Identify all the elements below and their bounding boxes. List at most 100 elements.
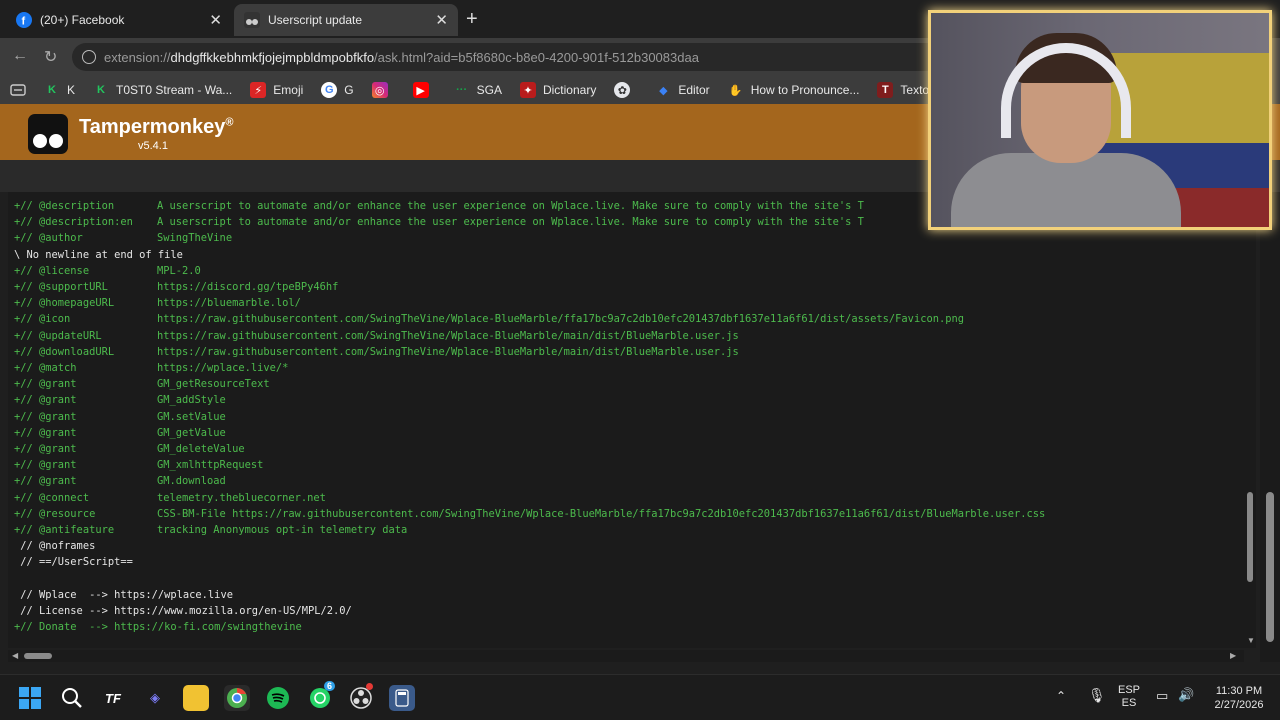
chrome-icon[interactable] — [224, 685, 250, 711]
code-line: +// @license MPL-2.0 — [14, 263, 201, 279]
microphone-icon[interactable]: 🎙 — [1088, 687, 1106, 704]
code-line: +// @grant GM_deleteValue — [14, 441, 245, 457]
bookmark-google[interactable]: G G — [321, 82, 354, 98]
scroll-left-icon[interactable]: ◀ — [12, 651, 18, 660]
url-host: dhdgffkkebhmkfjojejmpbldmpobfkfo — [170, 49, 375, 65]
bookmark-how-to-pronounce[interactable]: ✋ How to Pronounce... — [728, 82, 860, 98]
code-key: +// @grant — [14, 459, 77, 472]
texto-icon: T — [877, 82, 894, 98]
volume-icon[interactable]: 🔊 — [1178, 687, 1194, 703]
show-hidden-icons-icon[interactable]: ⌃ — [1056, 689, 1066, 703]
spotify-icon[interactable] — [265, 685, 291, 711]
sga-icon: ··· — [456, 84, 468, 96]
code-value: GM_getResourceText — [157, 378, 270, 391]
bookmark-label: Dictionary — [542, 83, 597, 97]
site-info-icon[interactable] — [82, 50, 96, 64]
bookmarks-menu-icon[interactable] — [10, 84, 26, 96]
code-value: tracking Anonymous opt-in telemetry data — [157, 524, 408, 536]
code-line: +// @downloadURL https://raw.githubuserco… — [14, 344, 739, 360]
code-key: +// @grant — [14, 394, 77, 407]
extension-name: Tampermonkey® — [79, 116, 234, 138]
bookmark-label: SGA — [476, 83, 502, 97]
reload-icon[interactable]: ↻ — [44, 47, 57, 67]
calculator-icon[interactable] — [389, 685, 415, 711]
whatsapp-icon[interactable]: 6 — [307, 681, 336, 711]
code-value: https://wplace.live/* — [157, 362, 289, 374]
bookmark-youtube[interactable]: ▶ — [412, 82, 436, 98]
code-key: +// @match — [14, 362, 77, 374]
code-line: // License --> https://www.mozilla.org/e… — [14, 603, 352, 619]
search-icon[interactable] — [59, 685, 85, 711]
code-value: GM.setValue — [157, 410, 226, 423]
code-diff-view[interactable]: +// @description A userscript to automate… — [8, 192, 1244, 648]
bookmark-emoji[interactable]: ⚡ Emoji — [250, 82, 303, 98]
code-line: +// @grant GM_getResourceText — [14, 376, 270, 392]
person-image — [951, 153, 1181, 227]
bookmark-dictionary[interactable]: ✦ Dictionary — [519, 82, 597, 98]
region-code: ES — [1121, 697, 1137, 709]
webcam-overlay — [928, 10, 1272, 230]
close-tab-icon[interactable]: ✕ — [435, 11, 448, 29]
code-key: +// Donate --> https://ko-fi.com/swingth… — [14, 621, 302, 634]
code-line: +// @updateURL https://raw.githubusercont… — [14, 328, 739, 344]
k-icon: K — [48, 84, 56, 96]
horizontal-scrollbar[interactable]: ◀ ▶ — [8, 650, 1244, 662]
code-value: SwingTheVine — [157, 232, 233, 245]
monitor-icon[interactable]: ▭ — [1156, 688, 1168, 704]
page-scrollbar[interactable] — [1260, 192, 1280, 662]
tampermonkey-logo-icon — [28, 114, 68, 154]
windows-start-icon[interactable] — [17, 685, 43, 711]
code-key: +// @supportURL — [14, 281, 108, 293]
code-line: +// @description:en A userscript to autom… — [14, 214, 864, 230]
close-tab-icon[interactable]: ✕ — [209, 11, 222, 29]
scroll-right-icon[interactable]: ▶ — [1230, 651, 1236, 660]
code-value: https://raw.githubusercontent.com/SwingT… — [157, 345, 739, 358]
back-arrow-icon[interactable]: ← — [12, 47, 28, 65]
emoji-icon: ⚡ — [250, 82, 267, 98]
file-explorer-icon[interactable] — [183, 685, 209, 711]
bookmark-sga[interactable]: ··· SGA — [454, 82, 502, 98]
tf-app-icon[interactable]: TF — [100, 685, 126, 711]
code-key: +// @grant — [14, 475, 77, 488]
extension-version: v5.4.1 — [138, 140, 168, 152]
code-key: // Wplace --> https://wplace.live — [14, 588, 233, 601]
openai-icon: ✿ — [614, 82, 631, 98]
code-value: https://discord.gg/tpeBPy46hf — [157, 281, 339, 293]
code-line: +// @supportURL https://discord.gg/tpeBPy… — [14, 279, 338, 295]
code-value: https://raw.githubusercontent.com/SwingT… — [157, 313, 964, 326]
vscode-like-icon[interactable]: ◈ — [142, 685, 168, 711]
code-value: GM_xmlhttpRequest — [157, 459, 264, 472]
bookmark-label: Emoji — [273, 83, 304, 97]
scroll-down-icon[interactable]: ▼ — [1247, 636, 1255, 645]
bookmark-k[interactable]: K K — [44, 82, 75, 98]
scrollbar-thumb[interactable] — [1247, 492, 1253, 582]
bookmark-label: K — [67, 83, 76, 97]
vertical-scrollbar[interactable]: ▼ — [1244, 192, 1256, 648]
code-value: GM_deleteValue — [157, 443, 245, 455]
google-icon: G — [321, 82, 338, 98]
tab-title: Userscript update — [268, 13, 363, 27]
tab-facebook[interactable]: f (20+) Facebook ✕ — [6, 4, 232, 36]
code-line: +// @grant GM_addStyle — [14, 392, 226, 408]
bookmark-tosto-stream[interactable]: K T0ST0 Stream - Wa... — [93, 82, 232, 98]
code-value: GM_addStyle — [157, 394, 226, 407]
code-key: +// @updateURL — [14, 329, 102, 342]
obs-icon[interactable] — [348, 683, 374, 711]
scrollbar-thumb[interactable] — [1266, 492, 1274, 642]
code-key: +// @author — [14, 232, 83, 245]
code-value: A userscript to automate and/or enhance … — [157, 216, 864, 229]
facebook-icon: f — [16, 12, 32, 28]
scrollbar-thumb[interactable] — [24, 653, 52, 659]
language-indicator[interactable]: ESP ES — [1116, 684, 1142, 710]
code-line: // @noframes — [14, 538, 95, 554]
code-key: +// @grant — [14, 443, 77, 455]
svg-text:f: f — [22, 16, 26, 28]
bookmark-instagram[interactable]: ◎ — [371, 82, 395, 98]
bookmark-openai[interactable]: ✿ — [614, 82, 637, 98]
code-key: // ==/UserScript== — [14, 556, 133, 569]
bookmark-editor[interactable]: ◆ Editor — [655, 82, 710, 98]
new-tab-icon[interactable]: + — [466, 8, 478, 31]
tab-userscript-update[interactable]: Userscript update ✕ — [234, 4, 458, 36]
tampermonkey-icon — [244, 12, 260, 28]
clock[interactable]: 11:30 PM 2/27/2026 — [1206, 684, 1272, 712]
